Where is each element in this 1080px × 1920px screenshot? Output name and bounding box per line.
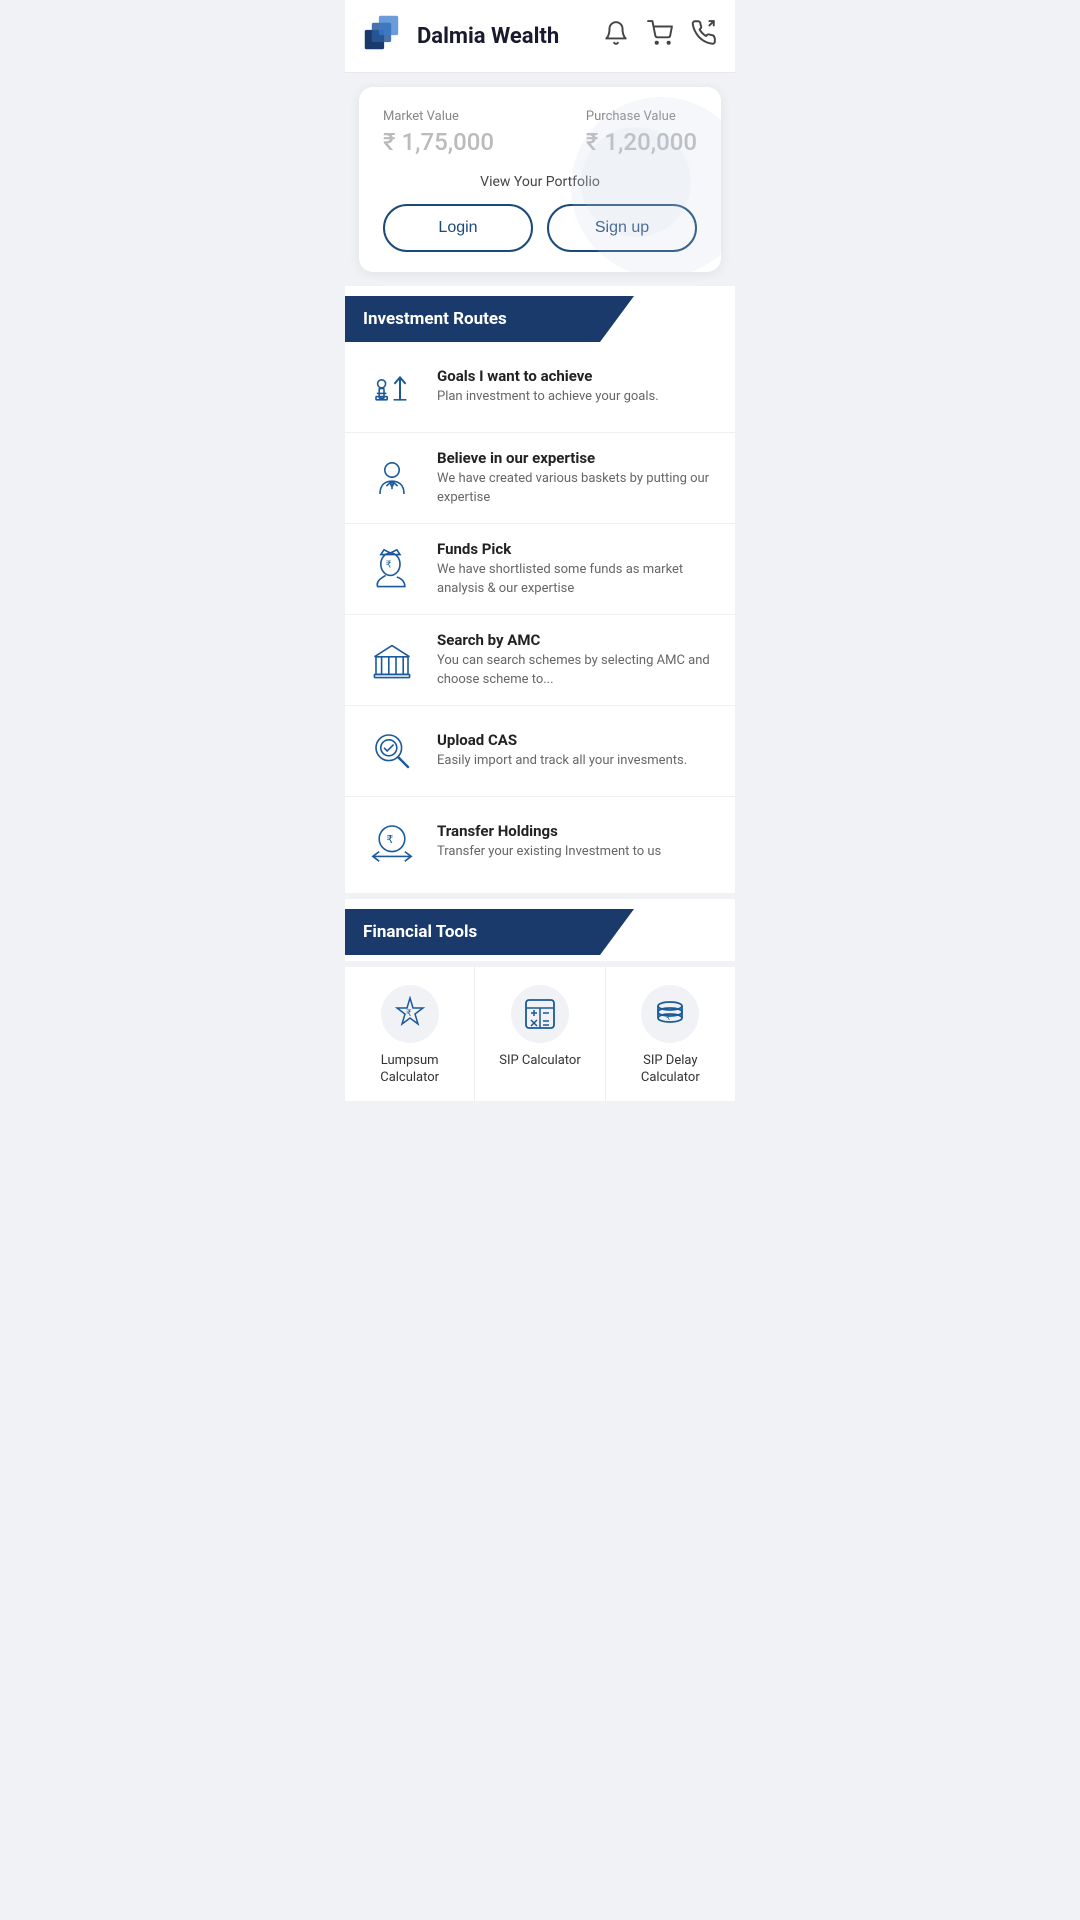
svg-text:₹: ₹ — [666, 1014, 671, 1022]
expertise-text: Believe in our expertise We have created… — [437, 449, 717, 506]
tool-sip[interactable]: SIP Calculator — [475, 967, 605, 1101]
financial-tools-header-wrap: Financial Tools — [345, 899, 735, 961]
market-value-block: Market Value ₹ 1,75,000 — [383, 109, 494, 156]
route-item-expertise[interactable]: Believe in our expertise We have created… — [345, 433, 735, 524]
investment-routes-header: Investment Routes — [345, 296, 685, 342]
expertise-desc: We have created various baskets by putti… — [437, 470, 717, 506]
sip-label: SIP Calculator — [499, 1053, 581, 1070]
sip-icon — [511, 985, 569, 1043]
market-value-label: Market Value — [383, 109, 494, 124]
financial-tools-title: Financial Tools — [363, 922, 477, 942]
svg-text:₹: ₹ — [386, 559, 392, 570]
funds-pick-icon: ₹ — [363, 540, 421, 598]
goals-desc: Plan investment to achieve your goals. — [437, 388, 659, 406]
goals-text: Goals I want to achieve Plan investment … — [437, 367, 659, 406]
bell-icon — [603, 20, 629, 46]
funds-pick-title: Funds Pick — [437, 540, 717, 558]
portfolio-subtitle: View Your Portfolio — [383, 174, 697, 190]
route-item-goals[interactable]: Goals I want to achieve Plan investment … — [345, 342, 735, 433]
upload-cas-title: Upload CAS — [437, 731, 687, 749]
financial-tools-grid: ₹ Lumpsum Calculator — [345, 967, 735, 1101]
logo-area: Dalmia Wealth — [363, 14, 559, 58]
amc-icon — [363, 631, 421, 689]
cart-button[interactable] — [647, 20, 673, 52]
investment-routes-title: Investment Routes — [363, 309, 507, 329]
brand-logo-icon — [363, 14, 407, 58]
sip-delay-icon: ₹ — [641, 985, 699, 1043]
funds-pick-desc: We have shortlisted some funds as market… — [437, 561, 717, 597]
app-header: Dalmia Wealth — [345, 0, 735, 73]
goals-icon — [363, 358, 421, 416]
funds-pick-text: Funds Pick We have shortlisted some fund… — [437, 540, 717, 597]
amc-title: Search by AMC — [437, 631, 717, 649]
transfer-title: Transfer Holdings — [437, 822, 661, 840]
support-button[interactable] — [691, 20, 717, 52]
goals-title: Goals I want to achieve — [437, 367, 659, 385]
purchase-value-block: Purchase Value ₹ 1,20,000 — [586, 109, 697, 156]
route-item-upload-cas[interactable]: Upload CAS Easily import and track all y… — [345, 706, 735, 797]
svg-text:₹: ₹ — [386, 834, 393, 846]
transfer-desc: Transfer your existing Investment to us — [437, 843, 661, 861]
route-item-transfer[interactable]: ₹ Transfer Holdings Transfer your existi… — [345, 797, 735, 887]
brand-name: Dalmia Wealth — [417, 24, 559, 49]
portfolio-card: Market Value ₹ 1,75,000 Purchase Value ₹… — [359, 87, 721, 272]
amc-desc: You can search schemes by selecting AMC … — [437, 652, 717, 688]
cart-icon — [647, 20, 673, 46]
tool-lumpsum[interactable]: ₹ Lumpsum Calculator — [345, 967, 475, 1101]
login-button[interactable]: Login — [383, 204, 533, 252]
upload-cas-desc: Easily import and track all your invesme… — [437, 752, 687, 770]
tool-sip-delay[interactable]: ₹ SIP Delay Calculator — [606, 967, 735, 1101]
upload-cas-icon — [363, 722, 421, 780]
investment-routes-section: Investment Routes Goals I want to achiev… — [345, 286, 735, 893]
expertise-title: Believe in our expertise — [437, 449, 717, 467]
amc-text: Search by AMC You can search schemes by … — [437, 631, 717, 688]
signup-button[interactable]: Sign up — [547, 204, 697, 252]
purchase-value-amount: ₹ 1,20,000 — [586, 128, 697, 156]
notification-button[interactable] — [603, 20, 629, 52]
svg-text:₹: ₹ — [406, 1008, 412, 1018]
phone-chat-icon — [691, 20, 717, 46]
auth-buttons: Login Sign up — [383, 204, 697, 252]
portfolio-values: Market Value ₹ 1,75,000 Purchase Value ₹… — [383, 109, 697, 156]
financial-tools-header: Financial Tools — [345, 909, 685, 955]
route-item-amc[interactable]: Search by AMC You can search schemes by … — [345, 615, 735, 706]
financial-tools-section: Financial Tools ₹ Lumpsum Calculator — [345, 899, 735, 1111]
expertise-icon — [363, 449, 421, 507]
header-icons — [603, 20, 717, 52]
upload-cas-text: Upload CAS Easily import and track all y… — [437, 731, 687, 770]
market-value-amount: ₹ 1,75,000 — [383, 128, 494, 156]
lumpsum-icon: ₹ — [381, 985, 439, 1043]
transfer-icon: ₹ — [363, 813, 421, 871]
purchase-value-label: Purchase Value — [586, 109, 697, 124]
transfer-text: Transfer Holdings Transfer your existing… — [437, 822, 661, 861]
lumpsum-label: Lumpsum Calculator — [380, 1053, 439, 1087]
route-item-funds-pick[interactable]: ₹ Funds Pick We have shortlisted some fu… — [345, 524, 735, 615]
sip-delay-label: SIP Delay Calculator — [641, 1053, 700, 1087]
